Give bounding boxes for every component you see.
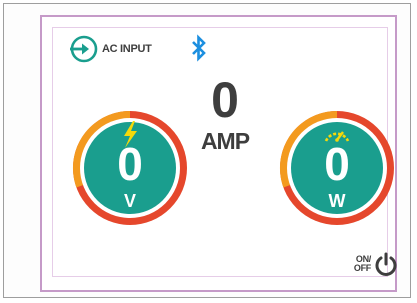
input-source-indicator: AC INPUT <box>68 34 152 64</box>
power-control[interactable]: ON/ OFF <box>349 251 399 277</box>
wattage-value: 0 <box>324 138 350 190</box>
ac-input-arrow-icon <box>70 35 98 63</box>
wattage-gauge: 0 W <box>277 108 397 228</box>
power-label-line2: OFF <box>353 263 371 273</box>
bluetooth-icon <box>192 34 206 62</box>
voltage-unit: V <box>123 191 136 211</box>
voltage-gauge: 0 V <box>70 108 190 228</box>
voltage-value: 0 <box>117 138 143 190</box>
power-icon[interactable] <box>373 251 399 277</box>
amperage-value: 0 <box>211 72 239 128</box>
power-label: ON/ OFF <box>349 255 371 273</box>
amperage-unit: AMP <box>200 128 250 154</box>
wattage-unit: W <box>328 191 346 211</box>
input-source-label: AC INPUT <box>102 43 152 55</box>
